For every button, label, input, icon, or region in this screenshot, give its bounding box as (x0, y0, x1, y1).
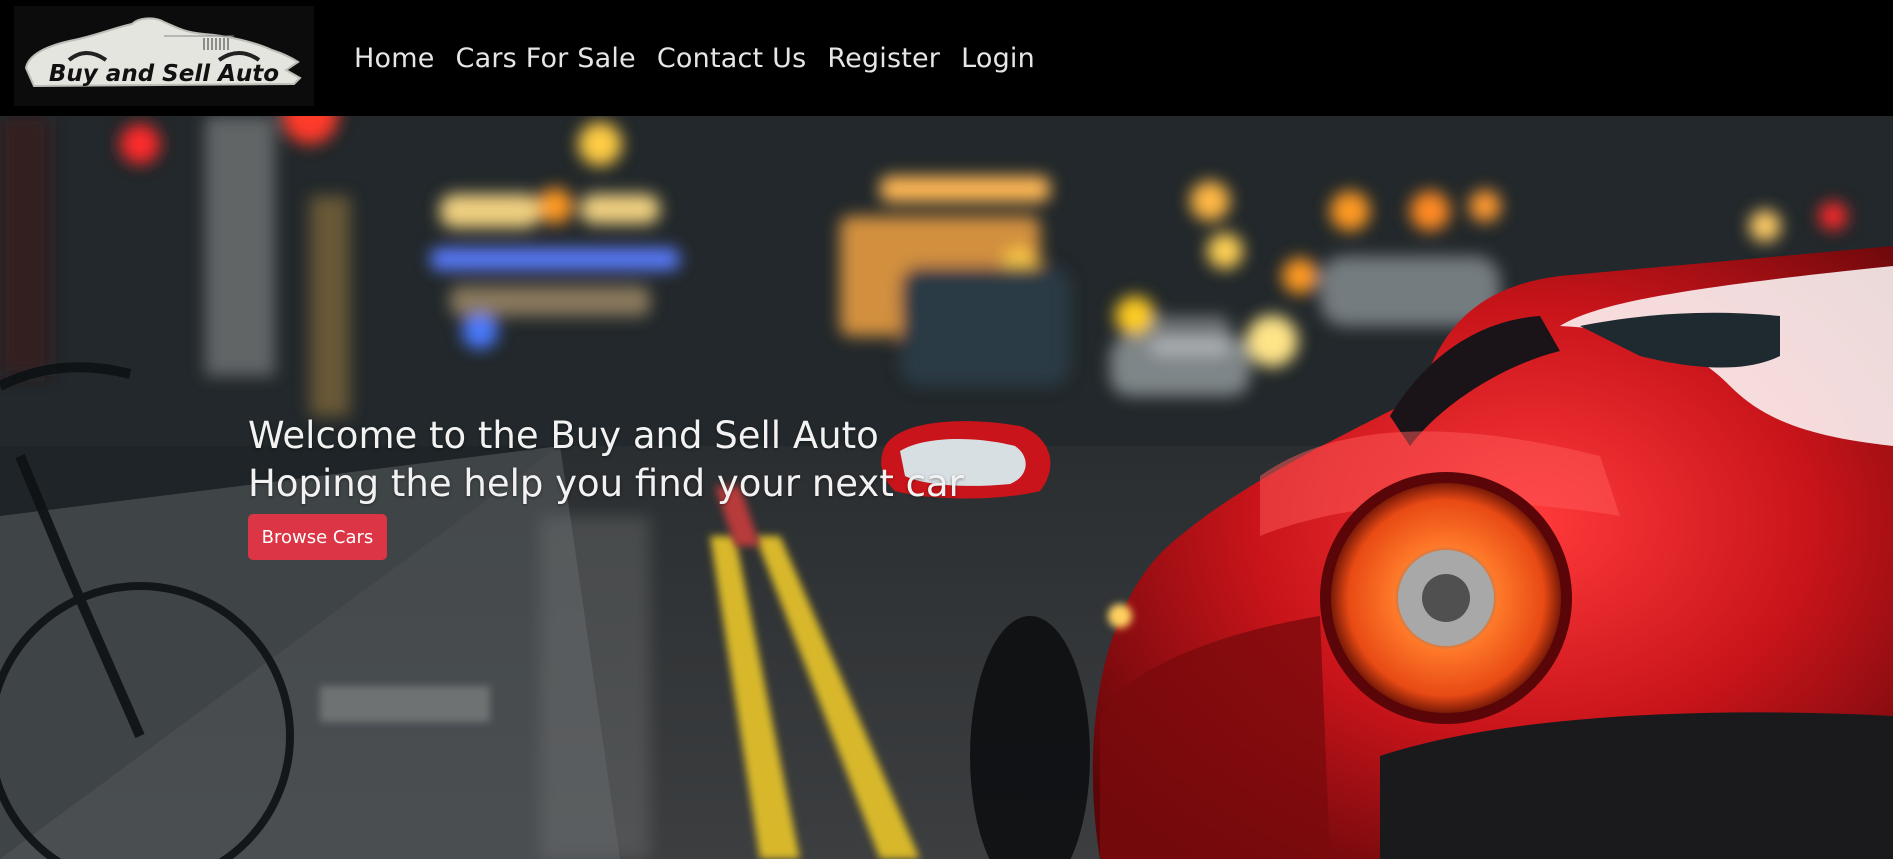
top-navbar: Buy and Sell Auto Home Cars For Sale Con… (0, 0, 1893, 116)
main-nav: Home Cars For Sale Contact Us Register L… (354, 0, 1056, 116)
svg-text:Buy and Sell Auto: Buy and Sell Auto (49, 61, 279, 87)
car-logo-icon: Buy and Sell Auto (24, 17, 302, 88)
nav-cars-for-sale[interactable]: Cars For Sale (456, 43, 636, 74)
hero-heading-line2: Hoping the help you find your next car (248, 462, 964, 505)
hero-banner: Welcome to the Buy and Sell Auto Hoping … (0, 116, 1893, 859)
nav-contact-us[interactable]: Contact Us (657, 43, 806, 74)
nav-register[interactable]: Register (827, 43, 940, 74)
nav-home[interactable]: Home (354, 43, 435, 74)
hero-heading-line1: Welcome to the Buy and Sell Auto (248, 414, 879, 457)
site-logo[interactable]: Buy and Sell Auto (14, 6, 314, 106)
hero-heading: Welcome to the Buy and Sell Auto Hoping … (248, 412, 964, 508)
nav-login[interactable]: Login (961, 43, 1035, 74)
browse-cars-button[interactable]: Browse Cars (248, 514, 387, 560)
